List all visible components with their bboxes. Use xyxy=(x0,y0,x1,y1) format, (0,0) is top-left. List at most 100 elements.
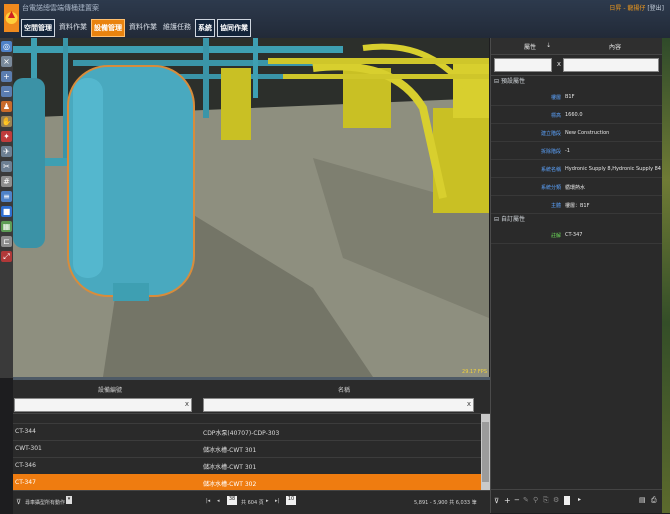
grid-icon[interactable]: # xyxy=(1,176,12,187)
menu-data-operations-2[interactable]: 資料作業 xyxy=(127,19,159,37)
zoom-in-icon[interactable]: + xyxy=(1,71,12,82)
property-row[interactable]: 系統分類 循環熱水 xyxy=(491,178,670,196)
first-page-icon[interactable]: |◂ xyxy=(206,498,210,504)
add-icon[interactable]: + xyxy=(504,496,511,505)
edit-icon[interactable]: ✎ xyxy=(523,496,529,504)
filter-label: 尋車攝型所有動作 xyxy=(25,500,66,506)
last-page-icon[interactable]: ▸| xyxy=(275,498,279,504)
clear-filter-icon[interactable]: x xyxy=(467,400,471,408)
collapse-icon[interactable]: ⊟ xyxy=(494,216,499,223)
section-title: 預設屬性 xyxy=(500,78,525,85)
content-filter-input[interactable]: x xyxy=(563,58,668,72)
user-name-link[interactable]: 日昇 - 龍揚仔 xyxy=(609,5,645,12)
next-page-icon[interactable]: ▸ xyxy=(266,498,269,504)
hand-icon[interactable]: ✋ xyxy=(1,116,12,127)
section-title: 自訂屬性 xyxy=(500,216,525,223)
record-range: 5,891 - 5,900 共 6,033 筆 xyxy=(414,500,477,506)
cell-code: CT-344 xyxy=(15,428,36,435)
clear-filter-icon[interactable]: x xyxy=(185,400,189,408)
section-custom-properties[interactable]: ⊟ 自訂屬性 xyxy=(491,214,670,226)
property-row[interactable]: 建立階段 New Construction xyxy=(491,124,670,142)
table-row[interactable]: CWT-301 儲冰水槽-CWT 301 xyxy=(13,440,481,458)
property-key: 標高 xyxy=(550,113,561,119)
property-row[interactable]: 註解 CT-347 xyxy=(491,226,670,244)
left-toolbar: ◎ × + − ♟ ✋ ✦ ✈ ✂ # ≡ ■ ▦ ⊏ ⤢ xyxy=(0,38,14,378)
compass-icon[interactable]: ✦ xyxy=(1,131,12,142)
background-strip xyxy=(662,38,670,513)
page-input[interactable] xyxy=(564,496,570,505)
scrollbar-thumb[interactable] xyxy=(482,422,489,482)
plane-icon[interactable]: ✈ xyxy=(1,146,12,157)
walk-icon[interactable]: ♟ xyxy=(1,101,12,112)
collapse-icon[interactable]: ⊟ xyxy=(494,78,499,85)
property-row[interactable]: 樓層 B1F xyxy=(491,88,670,106)
properties-header: 屬性 ⇣ 內容 xyxy=(491,38,670,55)
layers-icon[interactable]: ≡ xyxy=(1,191,12,202)
property-row[interactable]: 標高 1660.0 xyxy=(491,106,670,124)
settings-icon[interactable]: ⚙ xyxy=(553,496,559,504)
property-row[interactable]: 拆除階段 -1 xyxy=(491,142,670,160)
equipment-code-filter-input[interactable]: x xyxy=(14,398,192,412)
clear-filter-icon[interactable]: x xyxy=(557,60,561,68)
print-icon[interactable]: ⎙ xyxy=(651,496,657,505)
property-key: 註解 xyxy=(550,233,561,239)
filter-dropdown-icon[interactable]: ▾ xyxy=(66,496,72,504)
measure-icon[interactable]: ⊏ xyxy=(1,236,12,247)
properties-panel: 屬性 ⇣ 內容 x x ⊟ 預設屬性 樓層 B1F 標高 1660.0 建立階段 Ne… xyxy=(490,38,670,513)
fps-counter: 29.17 FPS xyxy=(462,369,487,375)
menu-equipment-management[interactable]: 設備管理 xyxy=(91,19,125,37)
grid-vertical-scrollbar[interactable] xyxy=(481,414,490,490)
table-row[interactable]: CT-346 儲冰水槽-CWT 301 xyxy=(13,457,481,475)
properties-footer-toolbar: ⊽ + − ✎ ⚲ ⎘ ⚙ ▸ ▤ ⎙ xyxy=(491,489,670,513)
page-size-select[interactable]: 10 xyxy=(286,496,296,505)
property-value: Hydronic Supply 8,Hydronic Supply 84 xyxy=(565,166,661,172)
filter-icon[interactable]: ⊽ xyxy=(16,498,21,506)
export-icon[interactable]: ▤ xyxy=(639,496,646,504)
property-key: 主體 xyxy=(550,203,561,209)
column-header-content[interactable]: 內容 xyxy=(609,42,621,51)
link-icon[interactable]: ⚲ xyxy=(533,496,538,504)
table-row-selected[interactable]: CT-347 儲冰水槽-CWT 302 xyxy=(13,474,481,490)
clip-icon[interactable]: ✂ xyxy=(1,161,12,172)
menu-collaboration[interactable]: 協同作業 xyxy=(217,19,251,37)
filter-icon[interactable]: ⊽ xyxy=(494,497,499,505)
taipower-logo-icon xyxy=(4,4,19,32)
property-key: 系統名稱 xyxy=(540,167,561,173)
table-row[interactable]: CT-344 CDP水泵(40707)-CDP-303 xyxy=(13,423,481,441)
copy-icon[interactable]: ⎘ xyxy=(543,496,549,505)
property-value: B1F xyxy=(565,94,575,100)
menu-system[interactable]: 系統 xyxy=(195,19,215,37)
section-default-properties[interactable]: ⊟ 預設屬性 xyxy=(491,76,670,88)
blue-box-icon[interactable]: ■ xyxy=(1,206,12,217)
close-icon[interactable]: × xyxy=(1,56,12,67)
property-value: -1 xyxy=(565,148,570,154)
name-filter-input[interactable]: x xyxy=(203,398,474,412)
page-number-input[interactable]: 38 xyxy=(227,496,237,505)
column-header-equipment-code[interactable]: 設備編號 xyxy=(98,385,122,394)
remove-icon[interactable]: − xyxy=(514,496,520,504)
sort-icon[interactable]: ⇣ xyxy=(546,42,551,49)
attribute-filter-input[interactable]: x xyxy=(494,58,561,72)
menu-maintenance-tasks[interactable]: 維護任務 xyxy=(161,19,193,37)
user-area: 日昇 - 龍揚仔 [登出] xyxy=(609,3,664,12)
zoom-out-icon[interactable]: − xyxy=(1,86,12,97)
property-row[interactable]: 系統名稱 Hydronic Supply 8,Hydronic Supply 84 xyxy=(491,160,670,178)
page-nav-icon[interactable]: ▸ xyxy=(578,496,581,503)
property-key: 系統分類 xyxy=(540,185,561,191)
property-row[interactable]: 主體 樓層：B1F xyxy=(491,196,670,214)
prev-page-icon[interactable]: ◂ xyxy=(217,498,220,504)
cell-name: 儲冰水槽-CWT 301 xyxy=(203,447,257,454)
menu-space-management[interactable]: 空間管理 xyxy=(21,19,55,37)
3d-viewport[interactable]: 29.17 FPS xyxy=(13,38,489,377)
3d-scene xyxy=(13,38,489,377)
menu-data-operations[interactable]: 資料作業 xyxy=(57,19,89,37)
cell-code: CT-346 xyxy=(15,462,36,469)
map-icon[interactable]: ▦ xyxy=(1,221,12,232)
column-header-name[interactable]: 名稱 xyxy=(338,385,350,394)
equipment-grid-body: CT-344 CDP水泵(40707)-CDP-303 CWT-301 儲冰水槽… xyxy=(13,414,481,490)
globe-icon[interactable]: ◎ xyxy=(1,41,12,52)
column-header-attribute[interactable]: 屬性 xyxy=(524,42,536,51)
logout-link[interactable]: [登出] xyxy=(647,5,664,12)
app-title: 台電諾總雲端傳桶建置案 xyxy=(22,4,99,12)
fullscreen-icon[interactable]: ⤢ xyxy=(1,251,12,262)
